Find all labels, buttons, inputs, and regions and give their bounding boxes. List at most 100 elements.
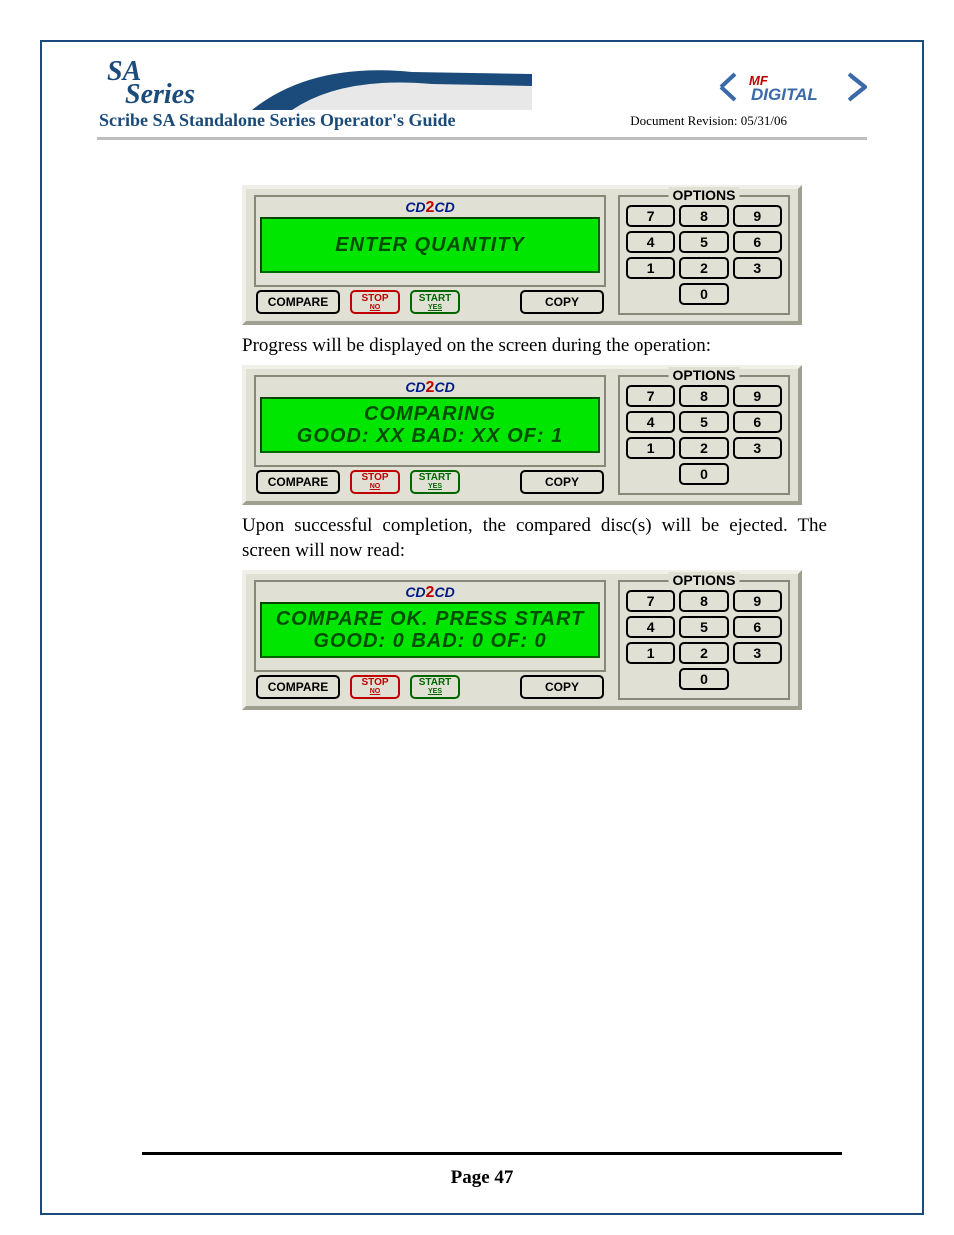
key-0[interactable]: 0 [679,283,728,305]
compare-button[interactable]: COMPARE [256,470,340,494]
logo-series-text: Series [125,84,195,106]
key-6[interactable]: 6 [733,231,782,253]
options-label: OPTIONS [668,367,739,383]
lcd-screen: ENTER QUANTITY [260,217,600,273]
header-swoosh-graphic [252,62,532,110]
start-button[interactable]: START YES [410,675,460,699]
start-label: START [412,294,458,304]
mf-digital-logo: MF DIGITAL [717,70,867,104]
start-button[interactable]: START YES [410,290,460,314]
key-9[interactable]: 9 [733,385,782,407]
lcd-line-1: ENTER QUANTITY [335,234,525,256]
options-label: OPTIONS [668,572,739,588]
key-1[interactable]: 1 [626,437,675,459]
lcd-brand: CD2CD [260,584,600,602]
document-revision: Document Revision: 05/31/06 [630,113,787,129]
keypad-grid: 7 8 9 4 5 6 1 2 3 0 [626,385,782,485]
options-keypad: OPTIONS 7 8 9 4 5 6 1 2 3 0 [618,195,790,315]
key-3[interactable]: 3 [733,642,782,664]
key-5[interactable]: 5 [679,231,728,253]
lcd-line-2: GOOD: 0 BAD: 0 OF: 0 [313,630,546,652]
compare-button[interactable]: COMPARE [256,675,340,699]
copy-button[interactable]: COPY [520,470,604,494]
key-8[interactable]: 8 [679,590,728,612]
lcd-line-1: COMPARING [364,403,496,425]
stop-label: STOP [352,678,398,688]
key-4[interactable]: 4 [626,411,675,433]
key-7[interactable]: 7 [626,590,675,612]
lcd-line-1: COMPARE OK. PRESS START [276,608,585,630]
body-text-2: Upon successful completion, the compared… [242,513,827,564]
keypad-grid: 7 8 9 4 5 6 1 2 3 0 [626,590,782,690]
device-panel-2: CD2CD COMPARING GOOD: XX BAD: XX OF: 1 C… [242,365,802,505]
key-2[interactable]: 2 [679,437,728,459]
key-9[interactable]: 9 [733,205,782,227]
options-keypad: OPTIONS 7 8 9 4 5 6 1 2 3 0 [618,375,790,495]
key-0[interactable]: 0 [679,668,728,690]
svg-text:DIGITAL: DIGITAL [751,85,818,104]
key-2[interactable]: 2 [679,257,728,279]
key-7[interactable]: 7 [626,385,675,407]
key-3[interactable]: 3 [733,437,782,459]
stop-sublabel: NO [352,483,398,490]
device-panel-3: CD2CD COMPARE OK. PRESS START GOOD: 0 BA… [242,570,802,710]
start-label: START [412,678,458,688]
lcd-brand: CD2CD [260,199,600,217]
lcd-screen: COMPARING GOOD: XX BAD: XX OF: 1 [260,397,600,453]
key-4[interactable]: 4 [626,231,675,253]
key-4[interactable]: 4 [626,616,675,638]
footer-rule [142,1152,842,1155]
compare-button[interactable]: COMPARE [256,290,340,314]
button-row: COMPARE STOP NO START YES COPY [256,674,604,700]
stop-button[interactable]: STOP NO [350,290,400,314]
key-3[interactable]: 3 [733,257,782,279]
key-8[interactable]: 8 [679,385,728,407]
brand-cd-left: CD [405,199,425,215]
stop-button[interactable]: STOP NO [350,675,400,699]
brand-cd-right: CD [434,199,454,215]
brand-cd-right: CD [434,379,454,395]
key-9[interactable]: 9 [733,590,782,612]
stop-button[interactable]: STOP NO [350,470,400,494]
brand-cd-left: CD [405,379,425,395]
button-row: COMPARE STOP NO START YES COPY [256,289,604,315]
keypad-grid: 7 8 9 4 5 6 1 2 3 0 [626,205,782,305]
start-button[interactable]: START YES [410,470,460,494]
document-title: Scribe SA Standalone Series Operator's G… [99,110,456,131]
stop-label: STOP [352,294,398,304]
body-text-1: Progress will be displayed on the screen… [242,333,827,359]
lcd-frame: CD2CD ENTER QUANTITY [254,195,606,287]
device-panel-1: CD2CD ENTER QUANTITY COMPARE STOP NO STA… [242,185,802,325]
page-number: Page 47 [42,1167,922,1189]
key-1[interactable]: 1 [626,642,675,664]
key-5[interactable]: 5 [679,411,728,433]
start-sublabel: YES [412,304,458,311]
sa-series-logo: SA Series [107,60,195,106]
key-0[interactable]: 0 [679,463,728,485]
copy-button[interactable]: COPY [520,675,604,699]
stop-sublabel: NO [352,688,398,695]
content-area: CD2CD ENTER QUANTITY COMPARE STOP NO STA… [97,140,827,710]
copy-button[interactable]: COPY [520,290,604,314]
brand-cd-right: CD [434,584,454,600]
key-6[interactable]: 6 [733,616,782,638]
key-1[interactable]: 1 [626,257,675,279]
key-7[interactable]: 7 [626,205,675,227]
lcd-line-2: GOOD: XX BAD: XX OF: 1 [297,425,563,447]
lcd-screen: COMPARE OK. PRESS START GOOD: 0 BAD: 0 O… [260,602,600,658]
button-row: COMPARE STOP NO START YES COPY [256,469,604,495]
start-label: START [412,473,458,483]
options-keypad: OPTIONS 7 8 9 4 5 6 1 2 3 0 [618,580,790,700]
key-2[interactable]: 2 [679,642,728,664]
key-6[interactable]: 6 [733,411,782,433]
stop-sublabel: NO [352,304,398,311]
options-label: OPTIONS [668,187,739,203]
key-5[interactable]: 5 [679,616,728,638]
lcd-frame: CD2CD COMPARE OK. PRESS START GOOD: 0 BA… [254,580,606,672]
brand-cd-left: CD [405,584,425,600]
start-sublabel: YES [412,483,458,490]
stop-label: STOP [352,473,398,483]
key-8[interactable]: 8 [679,205,728,227]
page-border: SA Series MF DIGITAL Scribe SA Standalon… [40,40,924,1215]
lcd-brand: CD2CD [260,379,600,397]
